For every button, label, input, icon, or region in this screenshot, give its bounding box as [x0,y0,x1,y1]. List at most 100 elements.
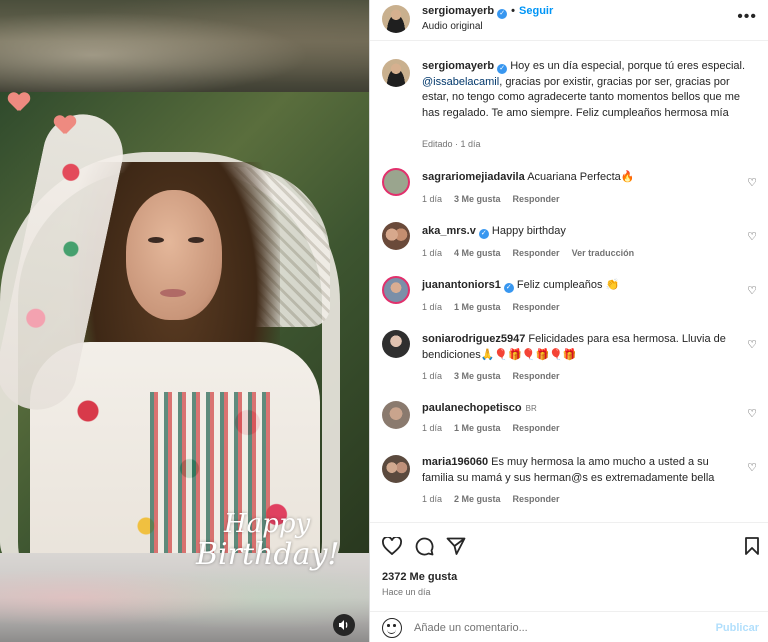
verified-badge-icon: ✓ [503,283,514,293]
comment-text: maria196060 Es muy hermosa la amo mucho … [422,455,737,486]
avatar[interactable] [382,401,410,429]
follow-button[interactable]: Seguir [519,5,553,17]
verified-badge-icon: ✓ [478,229,489,239]
comment-meta: 1 día 1 Me gusta Responder [422,302,572,312]
avatar[interactable] [382,168,410,196]
reply-button[interactable]: Responder [513,248,560,258]
comment-item: maria196060 Es muy hermosa la amo mucho … [382,453,762,504]
speaker-icon[interactable] [333,614,355,636]
comment-input[interactable] [414,618,694,638]
reply-button[interactable]: Responder [513,302,560,312]
post-media[interactable]: Happy Birthday! [0,0,369,642]
comment-meta: 1 día 1 Me gusta Responder [422,423,572,433]
comment-likes[interactable]: 1 Me gusta [454,423,501,433]
heart-icon[interactable] [380,534,404,558]
comment-text: juanantoniors1 ✓ Feliz cumpleaños 👏 [422,278,737,294]
comment-item: sagrariomejiadavila Acuariana Perfecta🔥 … [382,168,762,212]
face [126,190,222,320]
avatar[interactable] [382,455,410,483]
smiley-icon[interactable] [382,618,402,638]
comment-username[interactable]: paulanechopetisco [422,402,522,414]
audio-label[interactable]: Audio original [422,21,483,32]
caption-mention[interactable]: @issabelacamil [422,76,499,88]
comment-item: paulanechopetisco BR 1 día 1 Me gusta Respo… [382,399,762,443]
happy-birthday-overlay: Happy Birthday! [196,509,340,572]
caption-text: sergiomayerb ✓ Hoy es un día especial, po… [422,59,757,121]
comment-username[interactable]: maria196060 [422,456,488,468]
comment-text: soniarodriguez5947 Felicidades para esa … [422,332,737,363]
comment-time: 1 día [422,302,443,312]
likes-count[interactable]: 2372 Me gusta [382,571,457,583]
post-header: sergiomayerb ✓ • Seguir Audio original ••• [370,0,768,41]
heart-icon[interactable]: ♡ [746,408,758,420]
caption-meta: Editado · 1 día [422,139,481,149]
comment-meta: 1 día 3 Me gusta Responder [422,371,572,381]
avatar[interactable] [382,59,410,87]
comment-bubble-icon[interactable] [412,534,436,558]
comment-text: sagrariomejiadavila Acuariana Perfecta🔥 [422,170,737,186]
separator-dot: • [511,5,516,17]
comment-text: paulanechopetisco BR [422,401,737,417]
reply-button[interactable]: Responder [513,371,560,381]
comment-likes[interactable]: 1 Me gusta [454,302,501,312]
comment-body: Happy birthday [491,225,566,237]
post-photo [0,92,369,553]
overlay-line-2: Birthday! [196,537,340,572]
comment-username[interactable]: sagrariomejiadavila [422,171,525,183]
heart-icon[interactable]: ♡ [746,339,758,351]
reply-button[interactable]: Responder [513,423,560,433]
post-username[interactable]: sergiomayerb [422,5,494,17]
heart-icon[interactable]: ♡ [746,177,758,189]
heart-sticker-icon [8,93,30,113]
comment-likes[interactable]: 3 Me gusta [454,371,501,381]
avatar[interactable] [382,222,410,250]
comment-item: soniarodriguez5947 Felicidades para esa … [382,330,762,381]
comment-meta: 1 día 4 Me gusta Responder Ver traducción [422,248,646,258]
more-options-icon[interactable]: ••• [737,8,757,26]
see-translation-link[interactable]: Ver traducción [572,248,635,258]
media-blur-top [0,0,369,92]
post-time: Hace un día [382,587,431,597]
caption-username[interactable]: sergiomayerb [422,60,494,72]
heart-icon[interactable]: ♡ [746,285,758,297]
comment-likes[interactable]: 3 Me gusta [454,194,501,204]
comment-username[interactable]: soniarodriguez5947 [422,333,525,345]
heart-sticker-icon [54,116,76,136]
comment-time: 1 día [422,371,443,381]
comment-item: aka_mrs.v ✓ Happy birthday 1 día 4 Me gust… [382,222,762,266]
paper-plane-icon[interactable] [444,534,468,558]
eye-left [148,237,164,243]
comment-item: juanantoniors1 ✓ Feliz cumpleaños 👏 1 día… [382,276,762,320]
avatar[interactable] [382,330,410,358]
comment-time: 1 día [422,494,443,504]
comment-time: 1 día [422,194,443,204]
reply-button[interactable]: Responder [513,194,560,204]
verified-badge-icon: ✓ [497,9,508,19]
comment-likes[interactable]: 4 Me gusta [454,248,501,258]
comment-text: aka_mrs.v ✓ Happy birthday [422,224,737,240]
post-details-panel: sergiomayerb ✓ • Seguir Audio original ••• … [369,0,768,642]
region-tag: BR [525,404,537,413]
avatar[interactable] [382,276,410,304]
heart-icon[interactable]: ♡ [746,462,758,474]
comment-username[interactable]: juanantoniors1 [422,279,501,291]
comment-likes[interactable]: 2 Me gusta [454,494,501,504]
overlay-line-1: Happy [224,509,311,539]
caption-body-1: Hoy es un día especial, porque tú eres e… [507,60,746,72]
instagram-post-view: Happy Birthday! sergiomayerb ✓ • Seguir Aud… [0,0,768,642]
avatar[interactable] [382,5,410,33]
bookmark-icon[interactable] [740,534,764,558]
add-comment-row: Publicar [370,611,768,642]
lips [160,289,186,297]
comment-body: Acuariana Perfecta🔥 [527,171,635,183]
comment-meta: 1 día 3 Me gusta Responder [422,194,572,204]
verified-badge-icon: ✓ [497,64,508,74]
comment-time: 1 día [422,248,443,258]
comment-body: Feliz cumpleaños 👏 [516,279,620,291]
comment-username[interactable]: aka_mrs.v [422,225,476,237]
comment-time: 1 día [422,423,443,433]
heart-icon[interactable]: ♡ [746,231,758,243]
publish-button[interactable]: Publicar [716,622,759,634]
reply-button[interactable]: Responder [513,494,560,504]
post-actions: 2372 Me gusta Hace un día Publicar [370,522,768,642]
